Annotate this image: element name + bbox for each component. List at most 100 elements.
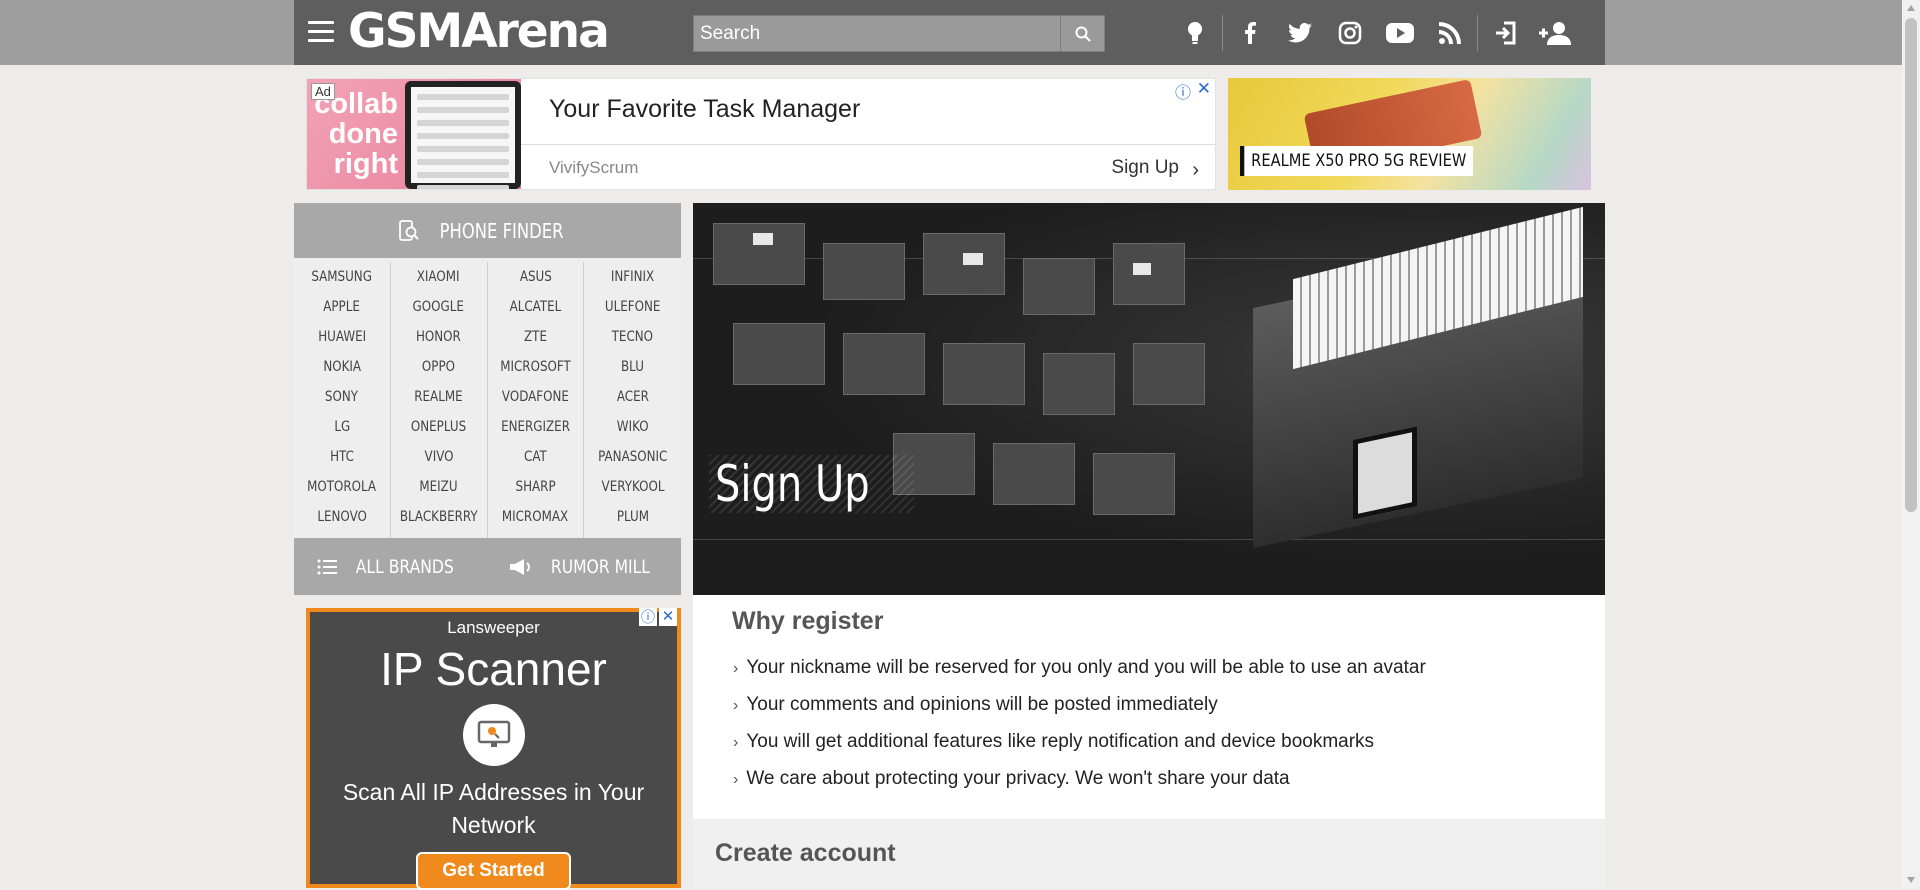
brand-link[interactable]: OPPO	[391, 352, 487, 382]
brand-link[interactable]: MOTOROLA	[294, 472, 390, 502]
ad-image-text: collab done right	[314, 88, 398, 180]
header-separator	[1222, 15, 1223, 51]
ad-title[interactable]: Your Favorite Task Manager	[549, 95, 860, 124]
close-icon[interactable]: ✕	[1197, 79, 1211, 99]
brand-link[interactable]: ZTE	[488, 322, 584, 352]
hero-decor-label	[1133, 263, 1151, 275]
brand-link[interactable]: TECNO	[584, 322, 681, 352]
chevron-right-icon: ›	[733, 697, 739, 714]
brand-link[interactable]: PLUM	[584, 502, 681, 532]
brand-link[interactable]: BLACKBERRY	[391, 502, 487, 532]
brand-link[interactable]: SAMSUNG	[294, 262, 390, 292]
tip-icon[interactable]	[1170, 13, 1220, 53]
header-icons	[1170, 13, 1580, 53]
brand-link[interactable]: HUAWEI	[294, 322, 390, 352]
hero-decor-drawer	[1133, 343, 1205, 405]
list-item: › We care about protecting your privacy. …	[733, 768, 1290, 789]
monitor-search-icon	[462, 704, 525, 766]
phone-finder-button[interactable]: PHONE FINDER	[294, 203, 681, 258]
brand-link[interactable]: HTC	[294, 442, 390, 472]
hero-decor-drawer	[993, 443, 1075, 505]
brand-link[interactable]: MICROMAX	[488, 502, 584, 532]
scroll-down-icon[interactable]	[1907, 877, 1915, 883]
header-separator	[1477, 15, 1478, 51]
brand-link[interactable]: ENERGIZER	[488, 412, 584, 442]
facebook-icon[interactable]	[1225, 13, 1275, 53]
ad-advertiser[interactable]: VivifyScrum	[549, 158, 638, 178]
brand-link[interactable]: HONOR	[391, 322, 487, 352]
brand-link[interactable]: SHARP	[488, 472, 584, 502]
all-brands-link[interactable]: ALL BRANDS	[294, 556, 488, 578]
hero-decor-drawer	[1023, 258, 1095, 315]
brand-link[interactable]: LENOVO	[294, 502, 390, 532]
instagram-icon[interactable]	[1325, 13, 1375, 53]
brand-link[interactable]: INFINIX	[584, 262, 681, 292]
search-button[interactable]	[1060, 16, 1104, 51]
brand-link[interactable]: GOOGLE	[391, 292, 487, 322]
site-logo[interactable]: GSMArena	[348, 6, 610, 58]
brand-link[interactable]: WIKO	[584, 412, 681, 442]
brand-link[interactable]: VODAFONE	[488, 382, 584, 412]
brand-link[interactable]: REALME	[391, 382, 487, 412]
search-box	[693, 15, 1105, 52]
brand-link[interactable]: MICROSOFT	[488, 352, 584, 382]
brand-link[interactable]: NOKIA	[294, 352, 390, 382]
scrollbar-thumb[interactable]	[1905, 18, 1917, 512]
chevron-right-icon: ›	[1192, 159, 1199, 181]
brand-link[interactable]: SONY	[294, 382, 390, 412]
phone-finder-footer: ALL BRANDS RUMOR MILL	[294, 538, 681, 595]
benefits-list: › Your nickname will be reserved for you …	[733, 655, 1426, 803]
add-user-icon[interactable]	[1530, 13, 1580, 53]
page-scrollbar[interactable]	[1902, 0, 1920, 888]
why-register-heading: Why register	[732, 607, 884, 635]
hero-decor-label	[753, 233, 773, 245]
scroll-up-icon[interactable]	[1907, 5, 1915, 11]
brand-link[interactable]: VERYKOOL	[584, 472, 681, 502]
ad-image: collab done right	[307, 79, 521, 189]
brand-link[interactable]: ASUS	[488, 262, 584, 292]
info-icon[interactable]: ⓘ	[639, 608, 657, 626]
side-ad-description: Scan All IP Addresses in Your Network	[342, 779, 645, 838]
page-title: Sign Up	[709, 455, 915, 513]
review-label: REALME X50 PRO 5G REVIEW	[1240, 146, 1474, 176]
brand-link[interactable]: BLU	[584, 352, 681, 382]
menu-icon[interactable]	[308, 21, 334, 43]
hero-decor-label	[963, 253, 983, 265]
review-banner[interactable]: REALME X50 PRO 5G REVIEW	[1228, 78, 1591, 190]
top-ad-banner[interactable]: collab done right Ad Your Favorite Task …	[306, 78, 1216, 190]
ad-cta-button[interactable]: Sign Up	[1111, 157, 1179, 179]
info-icon[interactable]: ⓘ	[1175, 79, 1191, 103]
brand-link[interactable]: CAT	[488, 442, 584, 472]
brand-grid: SAMSUNG APPLE HUAWEI NOKIA SONY LG HTC M…	[294, 262, 681, 538]
get-started-button[interactable]: Get Started	[416, 852, 571, 890]
side-ad-headline: IP Scanner	[380, 643, 607, 695]
twitter-icon[interactable]	[1275, 13, 1325, 53]
brand-link[interactable]: ONEPLUS	[391, 412, 487, 442]
brand-link[interactable]: ACER	[584, 382, 681, 412]
side-ad-brand: Lansweeper	[447, 618, 540, 637]
hero-decor-handle	[1353, 426, 1417, 520]
brand-link[interactable]: ALCATEL	[488, 292, 584, 322]
rss-icon[interactable]	[1425, 13, 1475, 53]
brand-link[interactable]: PANASONIC	[584, 442, 681, 472]
youtube-icon[interactable]	[1375, 13, 1425, 53]
list-item: › Your comments and opinions will be post…	[733, 694, 1218, 715]
hero-image: Sign Up	[693, 203, 1605, 595]
brand-link[interactable]: ULEFONE	[584, 292, 681, 322]
brand-link[interactable]: XIAOMI	[391, 262, 487, 292]
login-icon[interactable]	[1480, 13, 1530, 53]
close-icon[interactable]: ✕	[659, 608, 677, 626]
hero-decor-drawer	[943, 343, 1025, 405]
brand-link[interactable]: LG	[294, 412, 390, 442]
list-item: › Your nickname will be reserved for you …	[733, 657, 1426, 678]
rumor-mill-label: RUMOR MILL	[550, 555, 650, 578]
search-icon	[1075, 26, 1091, 42]
side-ad-banner[interactable]: ⓘ ✕ Lansweeper IP Scanner Scan All IP Ad…	[306, 608, 681, 890]
brand-link[interactable]: MEIZU	[391, 472, 487, 502]
search-input[interactable]	[694, 16, 1062, 51]
brand-link[interactable]: APPLE	[294, 292, 390, 322]
list-icon	[317, 559, 337, 574]
rumor-mill-link[interactable]: RUMOR MILL	[488, 556, 682, 578]
brand-link[interactable]: VIVO	[391, 442, 487, 472]
brand-column: SAMSUNG APPLE HUAWEI NOKIA SONY LG HTC M…	[294, 262, 391, 538]
